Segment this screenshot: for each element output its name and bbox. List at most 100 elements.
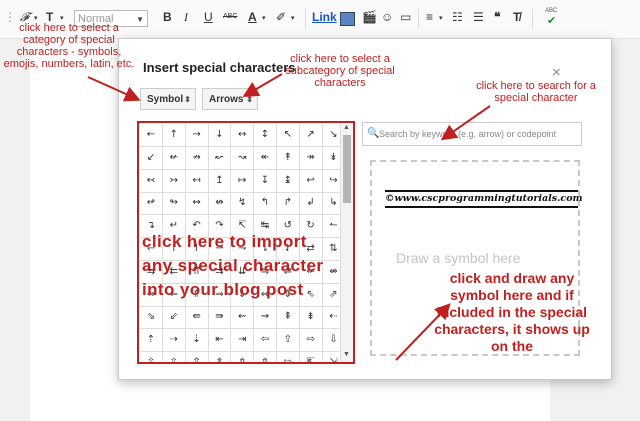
symbol-cell[interactable]: ↢ [140, 169, 163, 193]
drawn-watermark-text: ©www.cscprogrammingtutorials.com [385, 190, 583, 208]
symbol-search-input[interactable]: 🔍 Search by keyword (e.g. arrow) or code… [362, 122, 582, 146]
symbol-cell[interactable]: ↲ [299, 192, 323, 216]
symbol-cell[interactable]: ↮ [208, 192, 232, 216]
symbol-cell[interactable]: ↬ [162, 192, 186, 216]
symbol-cell[interactable]: ↖ [276, 124, 300, 147]
bold-button[interactable]: B [163, 10, 172, 24]
image-icon[interactable] [340, 12, 355, 26]
symbol-cell[interactable]: ↭ [185, 192, 209, 216]
font-size-dropdown-icon[interactable]: ▾ [60, 14, 64, 22]
symbol-cell[interactable]: ↰ [254, 192, 277, 216]
symbol-cell[interactable]: ↔ [231, 124, 255, 147]
align-icon[interactable]: ≡ [426, 10, 433, 24]
symbol-cell[interactable]: ↠ [299, 146, 323, 170]
symbol-cell[interactable]: ↥ [208, 169, 232, 193]
scroll-up-icon[interactable]: ▲ [343, 124, 350, 131]
symbol-cell[interactable]: ⇧ [276, 329, 300, 353]
emoji-icon[interactable]: ☺ [381, 10, 393, 24]
symbol-cell[interactable]: ↨ [276, 169, 300, 193]
close-icon[interactable]: × [552, 64, 561, 81]
symbol-cell[interactable]: ⇪ [140, 352, 163, 362]
symbol-cell[interactable]: ⇟ [299, 306, 323, 330]
symbol-cell[interactable]: ⇤ [208, 329, 232, 353]
symbol-cell[interactable]: ↗ [299, 124, 323, 147]
symbol-cell[interactable]: ⇫ [163, 352, 186, 362]
link-button[interactable]: Link [312, 10, 337, 24]
symbol-cell[interactable]: ↛ [185, 146, 209, 170]
spellcheck-check-icon: ✔ [547, 15, 557, 27]
symbol-cell[interactable]: ↤ [185, 169, 209, 193]
symbol-cell[interactable]: ↱ [276, 192, 300, 216]
symbol-cell[interactable]: ↓ [208, 124, 232, 147]
symbol-cell[interactable]: ↚ [162, 146, 186, 170]
symbol-cell[interactable]: ⇚ [185, 306, 209, 330]
symbol-cell[interactable]: ↟ [276, 146, 300, 170]
symbol-cell[interactable]: ↣ [162, 169, 186, 193]
annotation-search: click here to search for a special chara… [476, 80, 596, 104]
symbol-cell[interactable]: ⇢ [162, 329, 186, 353]
video-icon[interactable]: 🎬 [362, 10, 377, 24]
symbol-cell[interactable]: ↕ [254, 124, 277, 147]
highlight-icon[interactable]: ✐ [276, 10, 286, 24]
symbol-cell[interactable]: ⇮ [231, 352, 255, 362]
symbol-cell[interactable]: ⇡ [140, 329, 163, 353]
symbol-cell[interactable]: ↧ [254, 169, 277, 193]
annotation-grid: click here to import any special charact… [142, 232, 324, 299]
chevron-up-down-icon: ⬍ [246, 95, 253, 104]
quote-icon[interactable]: ❝ [494, 10, 500, 24]
font-family-dropdown-icon[interactable]: ▾ [34, 14, 38, 22]
bullet-list-icon[interactable]: ☰ [473, 10, 484, 24]
symbol-cell[interactable]: ⇥ [231, 329, 255, 353]
symbol-cell[interactable]: ↫ [140, 192, 163, 216]
annotation-draw: click and draw any symbol here and if in… [434, 270, 590, 354]
symbol-cell[interactable]: ⇦ [254, 329, 277, 353]
clear-formatting-icon[interactable]: T̸ [513, 10, 520, 24]
scroll-down-icon[interactable]: ▼ [343, 351, 350, 358]
chevron-up-down-icon: ⬍ [184, 95, 191, 104]
symbol-cell[interactable]: ⇬ [186, 352, 209, 362]
symbol-cell[interactable]: ⇰ [277, 352, 300, 362]
category-value: Symbol [147, 94, 184, 105]
highlight-dropdown-icon[interactable]: ▾ [291, 14, 295, 22]
category-dropdown[interactable]: Symbol ⬍ [140, 88, 196, 110]
text-color-button[interactable]: A [248, 10, 257, 24]
align-dropdown-icon[interactable]: ▾ [439, 14, 443, 22]
subcategory-dropdown[interactable]: Arrows ⬍ [202, 88, 258, 110]
scrollbar-thumb[interactable] [343, 135, 351, 203]
chevron-down-icon: ▼ [136, 15, 144, 24]
symbol-cell[interactable]: ⇛ [208, 306, 232, 330]
symbol-cell[interactable]: → [185, 124, 209, 147]
symbol-cell[interactable]: ⇙ [162, 306, 186, 330]
symbol-cell[interactable]: ↞ [254, 146, 277, 170]
symbol-cell[interactable]: ⇣ [185, 329, 209, 353]
text-color-dropdown-icon[interactable]: ▾ [262, 14, 266, 22]
numbered-list-icon[interactable]: ☷ [452, 10, 463, 24]
draw-placeholder: Draw a symbol here [396, 250, 521, 266]
subcategory-value: Arrows [209, 94, 244, 105]
symbol-cell[interactable]: ↜ [208, 146, 232, 170]
symbol-cell[interactable]: ↝ [231, 146, 255, 170]
symbol-cell[interactable]: ← [140, 124, 163, 147]
annotation-subcategory: click here to select a subcategory of sp… [285, 53, 395, 89]
symbol-cell[interactable]: ⇘ [140, 306, 163, 330]
symbol-cell[interactable]: ⇭ [208, 352, 232, 362]
symbol-cell[interactable]: ↑ [162, 124, 186, 147]
symbol-cell[interactable]: ⇜ [231, 306, 255, 330]
symbol-cell[interactable]: ⇱ [300, 352, 323, 362]
symbol-cell[interactable]: ↩ [299, 169, 323, 193]
symbol-cell[interactable]: ⇞ [276, 306, 300, 330]
search-placeholder: Search by keyword (e.g. arrow) or codepo… [379, 129, 557, 139]
underline-button[interactable]: U [204, 10, 213, 24]
annotation-category: click here to select a category of speci… [3, 22, 135, 70]
symbol-cell[interactable]: ↙ [140, 146, 163, 170]
italic-button[interactable]: I [184, 10, 188, 25]
symbol-cell[interactable]: ⇨ [299, 329, 323, 353]
jump-break-icon[interactable]: ▭ [400, 10, 411, 24]
symbol-cell[interactable]: ↯ [231, 192, 255, 216]
symbol-cell[interactable]: ⇝ [254, 306, 277, 330]
symbol-cell[interactable]: ⇯ [254, 352, 277, 362]
toolbar-divider [532, 9, 533, 29]
symbol-cell[interactable]: ↦ [231, 169, 255, 193]
strikethrough-button[interactable]: ABC [223, 13, 237, 20]
toolbar-divider [305, 9, 306, 29]
